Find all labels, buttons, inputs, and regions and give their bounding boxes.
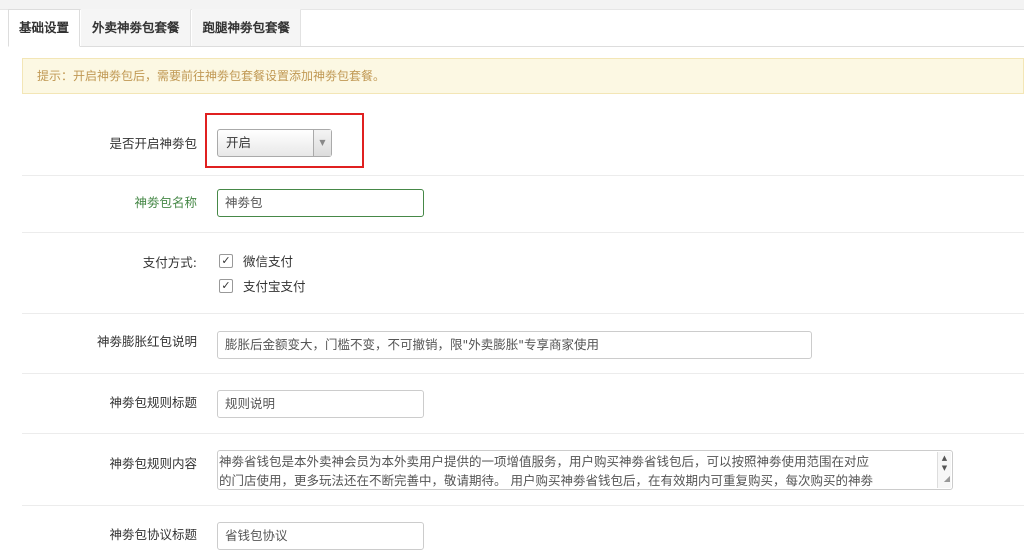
settings-page: 基础设置 外卖神劵包套餐 跑腿神劵包套餐 提示：开启神劵包后，需要前往神劵包套餐… (0, 0, 1024, 553)
agreement-title-input[interactable]: 省钱包协议 (217, 522, 424, 550)
resize-grip-icon[interactable]: ◢ (944, 469, 950, 488)
form-row-payment: 支付方式: (22, 233, 1024, 314)
rule-content-textarea[interactable]: 神劵省钱包是本外卖神会员为本外卖用户提供的一项增值服务，用户购买神劵省钱包后，可… (217, 450, 953, 490)
rule-content-line: 神劵省钱包是本外卖神会员为本外卖用户提供的一项增值服务，用户购买神劵省钱包后，可… (219, 454, 870, 469)
name-input[interactable]: 神劵包 (217, 189, 424, 217)
textarea-scrollbar[interactable]: ▲ ▼ ◢ (937, 452, 951, 488)
alipay-checkbox[interactable]: ✓ (219, 278, 233, 293)
payment-option-alipay[interactable]: ✓ 支付宝支付 (219, 276, 306, 295)
payment-option-wechat[interactable]: ✓ 微信支付 (219, 251, 293, 270)
rule-title-input[interactable]: 规则说明 (217, 390, 424, 418)
redpacket-desc-label: 神劵膨胀红包说明 (96, 334, 197, 349)
tab-basic-settings[interactable]: 基础设置 (8, 9, 81, 47)
form-row-rule-title: 神劵包规则标题 (22, 374, 1024, 434)
rule-content-label: 神劵包规则内容 (109, 456, 197, 471)
tab-errand-package[interactable]: 跑腿神劵包套餐 (191, 9, 302, 46)
alipay-label: 支付宝支付 (243, 279, 306, 294)
wechat-label: 微信支付 (243, 254, 294, 269)
notice-alert: 提示：开启神劵包后，需要前往神劵包套餐设置添加神劵包套餐。 (22, 58, 1024, 94)
rule-content-line: 的门店使用，更多玩法还在不断完善中，敬请期待。 用户购买神劵省钱包后，在有效期内… (219, 473, 873, 488)
agreement-title-label: 神劵包协议标题 (109, 527, 197, 542)
enable-label: 是否开启神劵包 (109, 136, 197, 151)
form-row-enable: 是否开启神劵包 (22, 113, 1024, 176)
scroll-up-icon[interactable]: ▲ (938, 453, 951, 463)
check-icon: ✓ (221, 278, 231, 292)
check-icon: ✓ (221, 253, 231, 267)
tab-takeout-package[interactable]: 外卖神劵包套餐 (81, 9, 191, 46)
form-row-agreement-title: 神劵包协议标题 (22, 506, 1024, 553)
tab-bar: 基础设置 外卖神劵包套餐 跑腿神劵包套餐 (8, 9, 1024, 47)
highlight-box (205, 113, 364, 168)
form-row-name: 神劵包名称 (22, 176, 1024, 233)
payment-label: 支付方式: (142, 255, 197, 270)
rule-title-label: 神劵包规则标题 (109, 395, 197, 410)
wechat-checkbox[interactable]: ✓ (219, 253, 233, 268)
redpacket-desc-input[interactable]: 膨胀后金额变大，门槛不变，不可撤销，限"外卖膨胀"专享商家使用 (217, 331, 812, 359)
name-label: 神劵包名称 (134, 195, 197, 210)
